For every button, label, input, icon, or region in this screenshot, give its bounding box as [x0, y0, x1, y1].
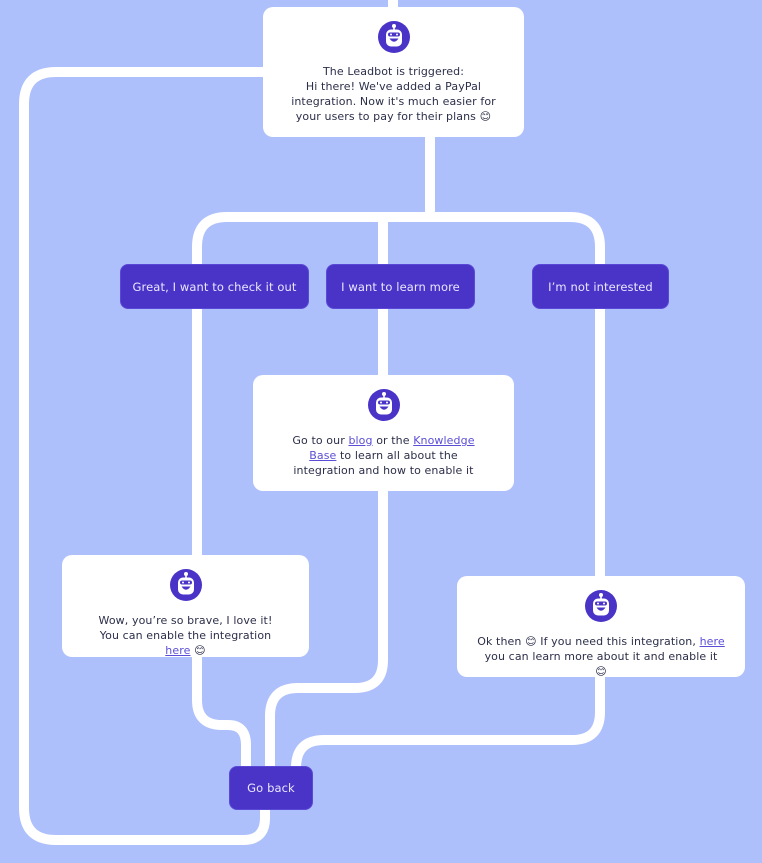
- smile-emoji-icon: 😊: [194, 644, 206, 657]
- robot-icon: [367, 389, 400, 421]
- trigger-card: The Leadbot is triggered: Hi there! We'v…: [263, 7, 524, 137]
- smile-emoji-icon: 😊: [479, 110, 492, 123]
- robot-icon: [585, 590, 617, 622]
- check-out-card: Wow, you’re so brave, I love it! You can…: [62, 555, 309, 657]
- not-interested-prefix: Ok then: [477, 635, 526, 648]
- smile-emoji-icon: 😊: [525, 635, 537, 648]
- trigger-message: Hi there! We've added a PayPal integrati…: [263, 79, 524, 124]
- option-check-it-out-button[interactable]: Great, I want to check it out: [120, 264, 309, 309]
- option-label: I want to learn more: [341, 279, 460, 294]
- not-interested-message: Ok then 😊 If you need this integration, …: [457, 634, 745, 679]
- option-learn-more-button[interactable]: I want to learn more: [326, 264, 475, 309]
- check-out-prefix: Wow, you’re so brave, I love it! You can…: [98, 614, 273, 642]
- branch-split: [192, 212, 605, 270]
- go-back-button[interactable]: Go back: [229, 766, 313, 810]
- option-not-interested-button[interactable]: I’m not interested: [532, 264, 669, 309]
- learn-more-prefix: Go to our: [292, 434, 349, 447]
- here-link[interactable]: here: [700, 635, 725, 648]
- learn-more-message: Go to our blog or the Knowledge Base to …: [253, 433, 514, 478]
- left-branch: [192, 305, 251, 770]
- option-label: Great, I want to check it out: [132, 279, 297, 294]
- go-back-label: Go back: [247, 781, 295, 795]
- not-interested-middle: If you need this integration,: [536, 635, 700, 648]
- trigger-title: The Leadbot is triggered:: [322, 65, 465, 78]
- learn-more-middle: or the: [372, 434, 414, 447]
- here-link[interactable]: here: [165, 644, 190, 657]
- learn-more-card: Go to our blog or the Knowledge Base to …: [253, 375, 514, 491]
- not-interested-card: Ok then 😊 If you need this integration, …: [457, 576, 745, 679]
- blog-link[interactable]: blog: [348, 434, 372, 447]
- robot-icon: [377, 21, 410, 53]
- option-label: I’m not interested: [548, 279, 653, 294]
- robot-icon: [169, 569, 202, 601]
- trigger-message-text: Hi there! We've added a PayPal integrati…: [291, 80, 496, 123]
- not-interested-suffix: you can learn more about it and enable i…: [484, 650, 718, 663]
- smile-emoji-icon: 😊: [595, 665, 607, 678]
- check-out-message: Wow, you’re so brave, I love it! You can…: [62, 613, 309, 658]
